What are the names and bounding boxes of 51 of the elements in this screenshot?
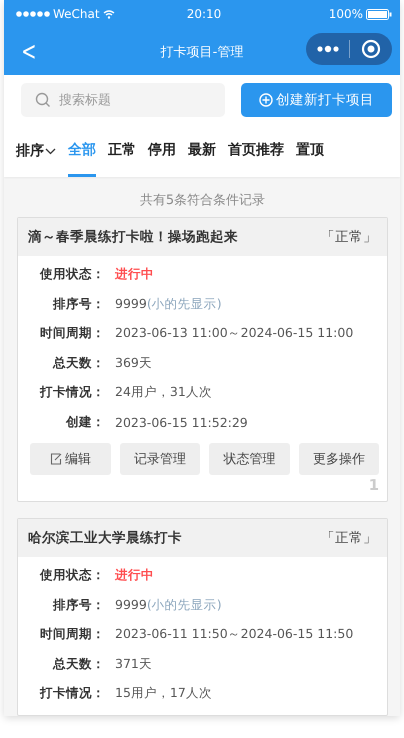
more-icon[interactable]: [317, 45, 340, 53]
field-label: 时间周期：: [39, 626, 105, 644]
search-field[interactable]: 搜索标题: [21, 83, 225, 117]
wifi-icon: [102, 10, 115, 18]
record-count: 共有5条符合条件记录: [138, 192, 266, 210]
field-value: 24用户，31人次: [115, 384, 212, 402]
field-value: 2023-06-13 11:00～2024-06-15 11:00: [115, 325, 354, 342]
field-label: 使用状态：: [38, 266, 105, 284]
field-label: 打卡情况：: [38, 685, 105, 702]
status-tag: 「正常」: [321, 529, 377, 547]
project-title: 滴～春季晨练打卡啦！操场跑起来: [28, 228, 238, 246]
field-label: 总天数：: [52, 354, 105, 372]
status-tag: 「正常」: [321, 228, 377, 246]
carrier-text: WeChat: [53, 7, 100, 21]
status-value: 进行中: [115, 567, 154, 584]
field-label: 创建：: [64, 414, 105, 431]
field-label: 排序号：: [52, 596, 105, 614]
field-value: 371天: [115, 656, 152, 673]
field-value: 2023-06-15 11:52:29: [115, 414, 248, 430]
battery-icon: [366, 8, 392, 20]
edit-icon: [50, 453, 62, 465]
field-value: 9999(小的先显示): [115, 296, 222, 313]
field-label: 使用状态：: [38, 567, 105, 584]
action-button[interactable]: 编辑: [30, 443, 110, 475]
plus-circle-icon: [259, 93, 273, 107]
filter-tab[interactable]: 首页推荐: [228, 125, 284, 177]
filter-tab[interactable]: 正常: [108, 125, 136, 177]
status-value: 进行中: [115, 266, 154, 284]
filter-tab[interactable]: 置顶: [296, 125, 324, 177]
field-label: 总天数：: [52, 656, 105, 673]
filter-tab[interactable]: 停用: [148, 125, 176, 177]
field-label: 打卡情况：: [38, 384, 105, 402]
battery-text: 100%: [328, 7, 363, 21]
search-icon: [35, 92, 51, 108]
clock-text: 20:10: [186, 7, 222, 21]
action-button[interactable]: 更多操作: [298, 443, 379, 475]
field-label: 时间周期：: [39, 325, 105, 342]
page-title: 打卡项目-管理: [160, 44, 244, 60]
field-value: 2023-06-11 11:50～2024-06-15 11:50: [115, 626, 354, 644]
field-value: 369天: [115, 354, 152, 372]
project-title: 哈尔滨工业大学晨练打卡: [28, 529, 182, 547]
sort-dropdown[interactable]: 排序: [16, 125, 56, 177]
field-label: 排序号：: [52, 296, 105, 313]
action-button[interactable]: 记录管理: [120, 443, 200, 475]
field-value: 15用户，17人次: [115, 685, 212, 702]
action-button[interactable]: 状态管理: [209, 443, 290, 475]
caret-icon: [45, 148, 56, 154]
signal-icon: [16, 11, 50, 17]
capsule-menu[interactable]: [306, 33, 392, 65]
filter-tab[interactable]: 最新: [188, 125, 216, 177]
field-value: 9999(小的先显示): [115, 596, 222, 614]
